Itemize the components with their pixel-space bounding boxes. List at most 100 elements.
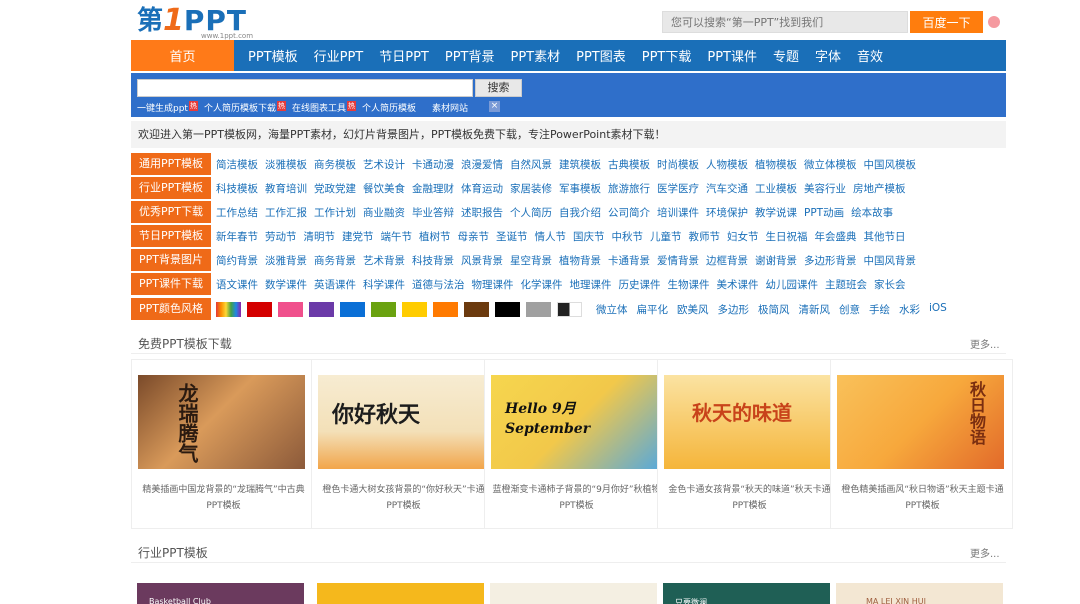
style-link[interactable]: 极简风 [758,302,790,317]
hot-link[interactable]: 一键生成ppt 热 [137,101,198,114]
category-link[interactable]: 汽车交通 [706,181,752,196]
color-swatch[interactable] [340,301,365,317]
nav-item[interactable]: PPT背景 [437,46,503,65]
category-link[interactable]: 妇女节 [727,229,763,244]
category-link[interactable]: 军事模板 [559,181,605,196]
template-caption[interactable]: 蓝橙渐变卡通柿子背景的“9月你好”秋植物PPT模板 [491,482,662,514]
template-caption[interactable]: 橙色精美插画风“秋日物语”秋天主题卡通PPT模板 [837,482,1008,514]
template-thumbnail[interactable] [490,583,657,604]
category-link[interactable]: 房地产模板 [853,181,910,196]
category-link[interactable]: 圣诞节 [496,229,532,244]
category-link[interactable]: 述职报告 [461,205,507,220]
template-thumbnail[interactable]: Basketball Club [137,583,304,604]
nav-item[interactable]: PPT图表 [568,46,634,65]
color-swatch[interactable] [216,301,241,317]
template-thumbnail[interactable]: 龙瑞腾气 [138,375,305,469]
color-swatch[interactable] [371,301,396,317]
template-card[interactable]: 秋日物语橙色精美插画风“秋日物语”秋天主题卡通PPT模板 [830,359,1013,529]
category-link[interactable]: 淡雅背景 [265,253,311,268]
category-tag[interactable]: PPT课件下载 [131,273,211,295]
nav-item[interactable]: 音效 [849,46,891,65]
category-link[interactable]: 中国风背景 [864,253,921,268]
category-link[interactable]: 科学课件 [363,277,409,292]
category-link[interactable]: 植树节 [419,229,455,244]
category-link[interactable]: 语文课件 [216,277,262,292]
hot-link[interactable]: 个人简历模板下载热 [204,101,286,114]
category-link[interactable]: 旅游旅行 [608,181,654,196]
nav-home[interactable]: 首页 [131,40,234,71]
template-card[interactable]: Hello 9月 September 蓝橙渐变卡通柿子背景的“9月你好”秋植物PP… [484,359,667,529]
template-card[interactable] [484,568,667,604]
category-link[interactable]: 主题班会 [825,277,871,292]
category-link[interactable]: 物理课件 [472,277,518,292]
category-link[interactable]: 风景背景 [461,253,507,268]
template-card[interactable]: 龙瑞腾气精美插画中国龙背景的“龙瑞腾气”中古典PPT模板 [131,359,314,529]
template-card[interactable]: MA LEI XIN HUI [830,568,1013,604]
category-link[interactable]: 新年春节 [216,229,262,244]
template-thumbnail[interactable]: 秋天的味道 [664,375,831,469]
category-link[interactable]: 工业模板 [755,181,801,196]
category-link[interactable]: 金融理财 [412,181,458,196]
category-link[interactable]: 工作总结 [216,205,262,220]
category-link[interactable]: 建筑模板 [559,157,605,172]
template-thumbnail[interactable]: 秋日物语 [837,375,1004,469]
category-link[interactable]: PPT动画 [804,205,848,220]
category-link[interactable]: 建党节 [342,229,378,244]
style-link[interactable]: 多边形 [718,302,750,317]
category-link[interactable]: 历史课件 [619,277,665,292]
template-thumbnail[interactable]: Hello 9月 September [491,375,658,469]
category-link[interactable]: 端午节 [381,229,417,244]
category-link[interactable]: 幼儿园课件 [766,277,823,292]
color-swatch[interactable] [464,301,489,317]
template-caption[interactable]: 金色卡通女孩背景“秋天的味道”秋天卡通PPT模板 [664,482,835,514]
style-link[interactable]: 欧美风 [677,302,709,317]
style-link[interactable]: iOS [929,302,947,317]
category-tag[interactable]: 通用PPT模板 [131,153,211,175]
category-tag[interactable]: 优秀PPT下载 [131,201,211,223]
category-link[interactable]: 古典模板 [608,157,654,172]
template-thumbnail[interactable]: 你好秋天 [318,375,485,469]
nav-item[interactable]: 专题 [765,46,807,65]
category-link[interactable]: 科技模板 [216,181,262,196]
category-link[interactable]: 体育运动 [461,181,507,196]
category-link[interactable]: 毕业答辩 [412,205,458,220]
nav-item[interactable]: PPT课件 [699,46,765,65]
style-link[interactable]: 清新风 [799,302,831,317]
category-link[interactable]: 美术课件 [717,277,763,292]
category-link[interactable]: 清明节 [304,229,340,244]
category-link[interactable]: 教育培训 [265,181,311,196]
color-swatch[interactable] [247,301,272,317]
category-link[interactable]: 植物背景 [559,253,605,268]
category-link[interactable]: 淡雅模板 [265,157,311,172]
color-swatch[interactable] [402,301,427,317]
nav-item[interactable]: 字体 [807,46,849,65]
category-link[interactable]: 公司简介 [608,205,654,220]
color-swatch[interactable] [557,301,582,317]
more-link-industry[interactable]: 更多... [970,545,1000,560]
category-link[interactable]: 星空背景 [510,253,556,268]
category-link[interactable]: 植物模板 [755,157,801,172]
category-link[interactable]: 微立体模板 [804,157,861,172]
category-link[interactable]: 商务模板 [314,157,360,172]
site-search-button[interactable]: 搜索 [475,79,522,97]
category-link[interactable]: 简洁模板 [216,157,262,172]
category-link[interactable]: 情人节 [535,229,571,244]
hot-link[interactable]: 在线图表工具热 [292,101,356,114]
category-link[interactable]: 边框背景 [706,253,752,268]
category-link[interactable]: 多边形背景 [804,253,861,268]
category-link[interactable]: 时尚模板 [657,157,703,172]
category-link[interactable]: 工作汇报 [265,205,311,220]
nav-item[interactable]: PPT素材 [503,46,569,65]
style-link[interactable]: 手绘 [869,302,890,317]
category-link[interactable]: 化学课件 [521,277,567,292]
category-link[interactable]: 其他节日 [864,229,910,244]
category-link[interactable]: 浪漫爱情 [461,157,507,172]
category-link[interactable]: 艺术设计 [363,157,409,172]
template-caption[interactable]: 精美插画中国龙背景的“龙瑞腾气”中古典PPT模板 [138,482,309,514]
category-link[interactable]: 家居装修 [510,181,556,196]
category-link[interactable]: 生物课件 [668,277,714,292]
style-link[interactable]: 微立体 [596,302,628,317]
color-swatch[interactable] [495,301,520,317]
template-thumbnail[interactable]: 只要微澜 [663,583,830,604]
category-link[interactable]: 儿童节 [650,229,686,244]
